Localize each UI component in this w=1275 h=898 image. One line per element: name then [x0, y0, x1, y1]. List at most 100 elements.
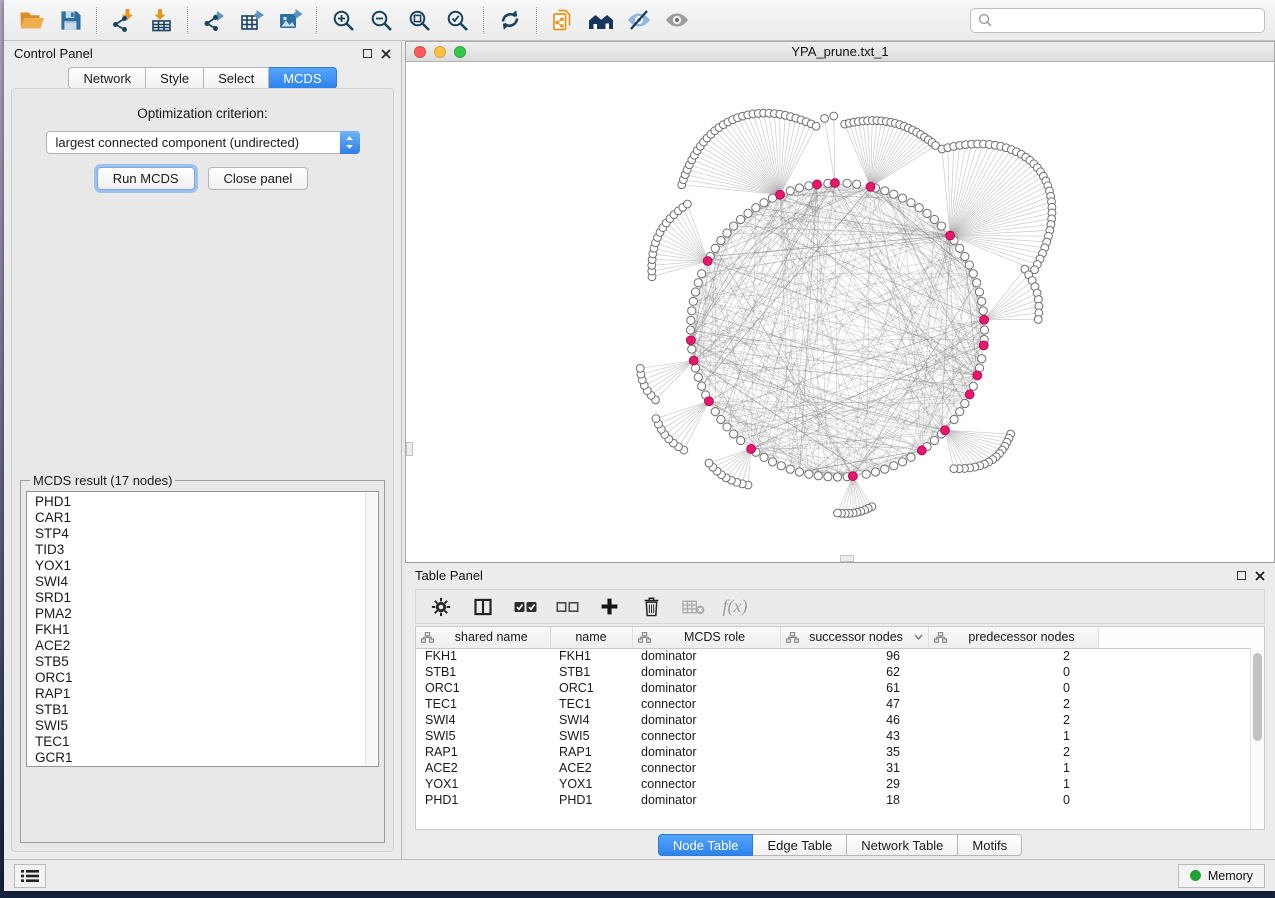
- tab-network[interactable]: Network: [68, 67, 146, 89]
- network-node[interactable]: [736, 215, 744, 223]
- network-node[interactable]: [768, 458, 776, 466]
- close-table-panel-icon[interactable]: [1255, 571, 1265, 581]
- table-cell[interactable]: connector: [632, 776, 780, 792]
- table-cell[interactable]: 2: [928, 648, 1098, 664]
- table-scrollbar[interactable]: [1250, 648, 1264, 829]
- tab-select[interactable]: Select: [204, 67, 269, 89]
- network-node[interactable]: [930, 436, 938, 444]
- table-cell[interactable]: RAP1: [416, 744, 550, 760]
- table-cell[interactable]: SWI5: [416, 728, 550, 744]
- network-node[interactable]: [729, 222, 737, 230]
- table-cell[interactable]: STB1: [550, 664, 632, 680]
- close-panel-button[interactable]: Close panel: [208, 167, 309, 190]
- mcds-network-node[interactable]: [831, 179, 840, 188]
- table-cell[interactable]: TEC1: [416, 696, 550, 712]
- table-cell[interactable]: SWI4: [550, 712, 632, 728]
- mcds-network-node[interactable]: [686, 336, 695, 345]
- duplicate-network-icon[interactable]: [545, 5, 581, 35]
- network-node[interactable]: [973, 279, 981, 287]
- table-cell[interactable]: SWI4: [416, 712, 550, 728]
- mcds-result-item[interactable]: ACE2: [35, 638, 364, 654]
- network-node[interactable]: [937, 222, 945, 230]
- network-node[interactable]: [687, 316, 695, 324]
- mcds-result-item[interactable]: ORC1: [35, 670, 364, 686]
- network-node[interactable]: [760, 453, 768, 461]
- criterion-select[interactable]: largest connected component (undirected): [46, 131, 360, 154]
- mcds-result-item[interactable]: TID3: [35, 542, 364, 558]
- mcds-result-item[interactable]: PMA2: [35, 606, 364, 622]
- mcds-result-item[interactable]: STB1: [35, 702, 364, 718]
- mcds-network-node[interactable]: [946, 231, 955, 240]
- table-row[interactable]: PHD1PHD1dominator180: [416, 792, 1264, 808]
- network-node[interactable]: [636, 364, 644, 372]
- float-table-panel-icon[interactable]: [1237, 571, 1246, 580]
- network-node[interactable]: [898, 458, 906, 466]
- table-cell[interactable]: 35: [780, 744, 928, 760]
- search-box[interactable]: [970, 8, 1265, 33]
- table-row[interactable]: ACE2ACE2connector311: [416, 760, 1264, 776]
- column-layout-icon[interactable]: [466, 593, 500, 621]
- table-row[interactable]: ORC1ORC1dominator610: [416, 680, 1264, 696]
- network-node[interactable]: [723, 229, 731, 237]
- table-row[interactable]: STB1STB1dominator620: [416, 664, 1264, 680]
- run-mcds-button[interactable]: Run MCDS: [97, 167, 195, 190]
- column-header[interactable]: successor nodes: [780, 627, 928, 648]
- network-node[interactable]: [1034, 316, 1042, 324]
- mcds-result-item[interactable]: FKH1: [35, 622, 364, 638]
- network-node[interactable]: [907, 199, 915, 207]
- table-cell[interactable]: ORC1: [416, 680, 550, 696]
- network-node[interactable]: [711, 408, 719, 416]
- export-image-icon[interactable]: [272, 5, 308, 35]
- table-cell[interactable]: connector: [632, 760, 780, 776]
- network-node[interactable]: [830, 112, 838, 120]
- table-cell[interactable]: RAP1: [550, 744, 632, 760]
- network-node[interactable]: [834, 509, 842, 517]
- table-cell[interactable]: 1: [928, 776, 1098, 792]
- export-table-icon[interactable]: [234, 5, 270, 35]
- network-node[interactable]: [881, 465, 889, 473]
- network-node[interactable]: [965, 261, 973, 269]
- table-cell[interactable]: dominator: [632, 712, 780, 728]
- network-node[interactable]: [956, 408, 964, 416]
- table-cell[interactable]: dominator: [632, 680, 780, 696]
- table-row[interactable]: RAP1RAP1dominator352: [416, 744, 1264, 760]
- mcds-network-node[interactable]: [866, 182, 875, 191]
- table-cell[interactable]: 46: [780, 712, 928, 728]
- network-node[interactable]: [795, 468, 803, 476]
- show-all-networks-icon[interactable]: [583, 5, 619, 35]
- table-cell[interactable]: 29: [780, 776, 928, 792]
- table-cell[interactable]: 2: [928, 696, 1098, 712]
- network-node[interactable]: [853, 180, 861, 188]
- open-file-icon[interactable]: [14, 5, 50, 35]
- table-row[interactable]: FKH1FKH1dominator962: [416, 648, 1264, 664]
- network-node[interactable]: [969, 382, 977, 390]
- table-cell[interactable]: YOX1: [416, 776, 550, 792]
- table-cell[interactable]: YOX1: [550, 776, 632, 792]
- network-node[interactable]: [881, 187, 889, 195]
- table-cell[interactable]: dominator: [632, 648, 780, 664]
- network-node[interactable]: [833, 473, 841, 481]
- search-input[interactable]: [997, 13, 1257, 28]
- network-node[interactable]: [698, 382, 706, 390]
- mcds-result-item[interactable]: RAP1: [35, 686, 364, 702]
- network-node[interactable]: [786, 465, 794, 473]
- memory-button[interactable]: Memory: [1178, 864, 1265, 888]
- table-cell[interactable]: 62: [780, 664, 928, 680]
- table-cell[interactable]: connector: [632, 696, 780, 712]
- network-node[interactable]: [805, 470, 813, 478]
- table-cell[interactable]: ACE2: [550, 760, 632, 776]
- network-node[interactable]: [736, 436, 744, 444]
- mcds-network-node[interactable]: [980, 315, 989, 324]
- export-network-icon[interactable]: [196, 5, 232, 35]
- mcds-network-node[interactable]: [703, 257, 712, 266]
- network-node[interactable]: [777, 462, 785, 470]
- splitter-grip-horizontal[interactable]: [840, 555, 854, 562]
- mcds-network-node[interactable]: [848, 472, 857, 481]
- table-cell[interactable]: 2: [928, 712, 1098, 728]
- select-all-icon[interactable]: [508, 593, 542, 621]
- mcds-network-node[interactable]: [965, 390, 974, 399]
- network-node[interactable]: [975, 288, 983, 296]
- network-node[interactable]: [717, 236, 725, 244]
- mcds-result-item[interactable]: CAR1: [35, 510, 364, 526]
- network-node[interactable]: [717, 415, 725, 423]
